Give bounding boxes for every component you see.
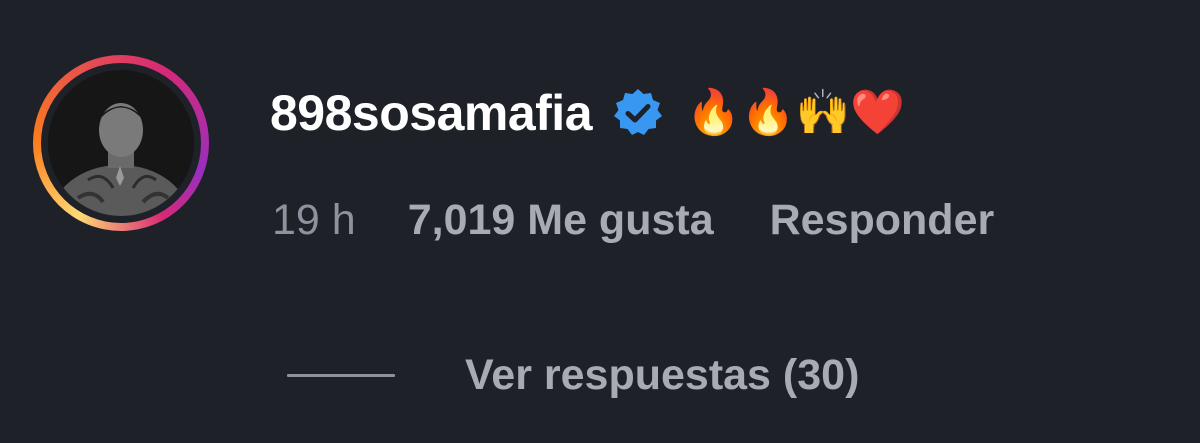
- likes-count-button[interactable]: 7,019 Me gusta: [408, 196, 714, 245]
- verified-badge-icon: [614, 89, 663, 135]
- avatar-photo: [48, 70, 194, 216]
- comment-header: 898sosamafia 🔥🔥🙌❤️: [270, 78, 905, 148]
- comment-meta: 19 h 7,019 Me gusta Responder: [272, 190, 994, 250]
- username-link[interactable]: 898sosamafia: [270, 84, 593, 142]
- reply-button[interactable]: Responder: [770, 196, 995, 245]
- view-replies-button[interactable]: Ver respuestas (30): [287, 345, 859, 405]
- timestamp[interactable]: 19 h: [272, 196, 356, 245]
- profile-photo-icon: [48, 70, 194, 216]
- avatar[interactable]: [33, 55, 209, 231]
- avatar-gap: [41, 63, 201, 223]
- comment: 898sosamafia 🔥🔥🙌❤️ 19 h 7,019 Me gusta R…: [0, 0, 1200, 443]
- comment-text: 🔥🔥🙌❤️: [686, 87, 906, 138]
- replies-divider-line: [287, 373, 395, 377]
- view-replies-label: Ver respuestas (30): [465, 350, 860, 399]
